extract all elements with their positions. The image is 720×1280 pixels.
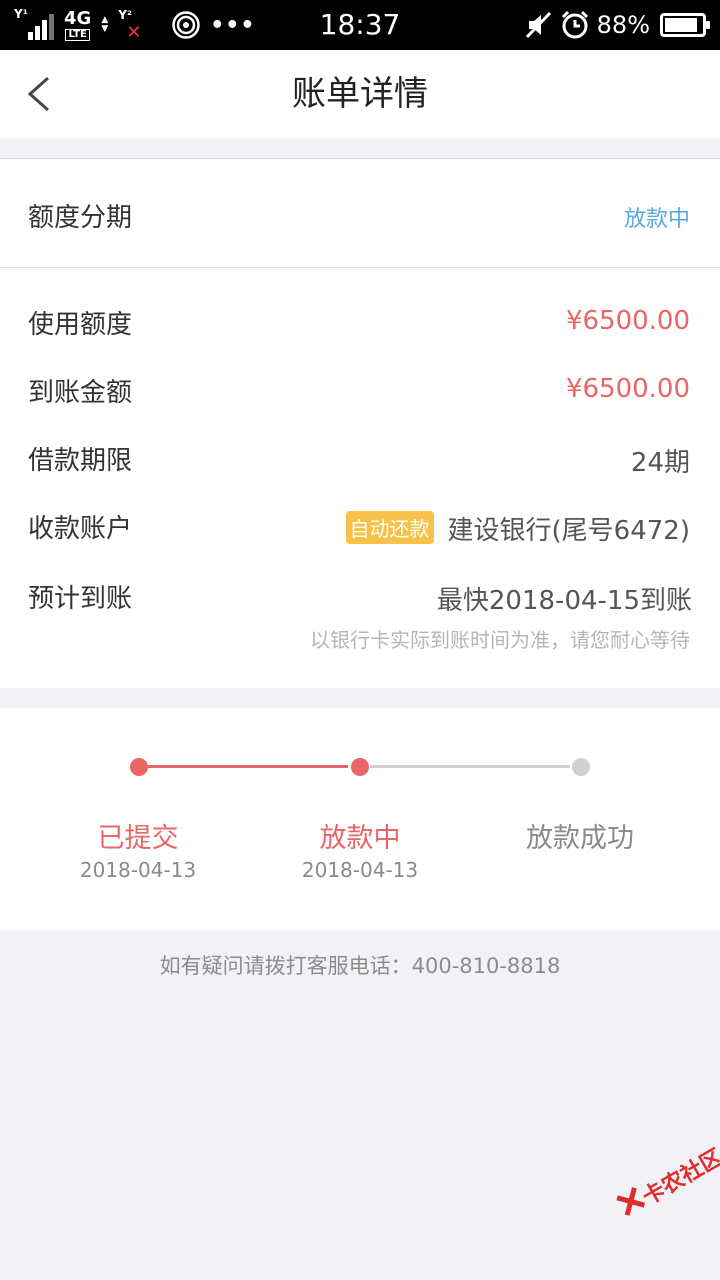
bank-account: 建设银行(尾号6472) bbox=[447, 516, 690, 546]
title-bar: 账单详情 bbox=[0, 50, 720, 138]
step-dot-submitted bbox=[130, 758, 148, 776]
battery-icon bbox=[660, 13, 710, 37]
receiving-account-value: 自动还款 建设银行(尾号6472) bbox=[345, 510, 690, 547]
step-date-submitted: 2018-04-13 bbox=[79, 858, 197, 882]
customer-service-hotline[interactable]: 如有疑问请拨打客服电话：400-810-8818 bbox=[0, 950, 720, 980]
progress-line-done bbox=[148, 765, 348, 768]
status-badge: 放款中 bbox=[623, 207, 690, 232]
received-amount-label: 到账金额 bbox=[28, 378, 133, 408]
eta-value: 最快2018-04-15到账 bbox=[436, 586, 692, 616]
bill-summary: 额度分期 放款中 bbox=[0, 158, 720, 268]
step-dot-disbursing bbox=[351, 758, 369, 776]
watermark-text: 卡农社区 bbox=[638, 1144, 720, 1211]
used-amount-label: 使用额度 bbox=[28, 310, 133, 340]
step-label-submitted: 已提交 bbox=[97, 823, 179, 854]
loan-progress: 已提交 2018-04-13 放款中 2018-04-13 放款成功 bbox=[0, 708, 720, 930]
step-dot-success bbox=[572, 758, 590, 776]
received-amount-value: ¥6500.00 bbox=[565, 374, 690, 404]
progress-line-pending bbox=[370, 765, 570, 768]
bill-details: 使用额度 ¥6500.00 到账金额 ¥6500.00 借款期限 24期 收款账… bbox=[0, 268, 720, 688]
step-label-disbursing: 放款中 bbox=[319, 823, 401, 854]
mute-icon bbox=[525, 11, 551, 39]
battery-percentage: 88% bbox=[596, 11, 650, 39]
status-bar: Y¹ 4G LTE ▲ ▼ Y² ✕ ••• 18:37 88% bbox=[0, 0, 720, 50]
used-amount-value: ¥6500.00 bbox=[565, 306, 690, 336]
loan-term-label: 借款期限 bbox=[28, 446, 133, 476]
auto-repay-tag: 自动还款 bbox=[345, 511, 434, 544]
page-title: 账单详情 bbox=[292, 74, 428, 114]
watermark-logo: 卡农社区 bbox=[612, 1140, 720, 1256]
loan-term-value: 24期 bbox=[630, 448, 690, 478]
bill-type-label: 额度分期 bbox=[28, 203, 133, 233]
step-label-success: 放款成功 bbox=[526, 823, 634, 854]
eta-note: 以银行卡实际到账时间为准，请您耐心等待 bbox=[310, 628, 690, 652]
alarm-icon bbox=[561, 10, 588, 39]
receiving-account-label: 收款账户 bbox=[28, 514, 133, 544]
eta-label: 预计到账 bbox=[28, 584, 133, 614]
step-date-disbursing: 2018-04-13 bbox=[301, 858, 419, 882]
